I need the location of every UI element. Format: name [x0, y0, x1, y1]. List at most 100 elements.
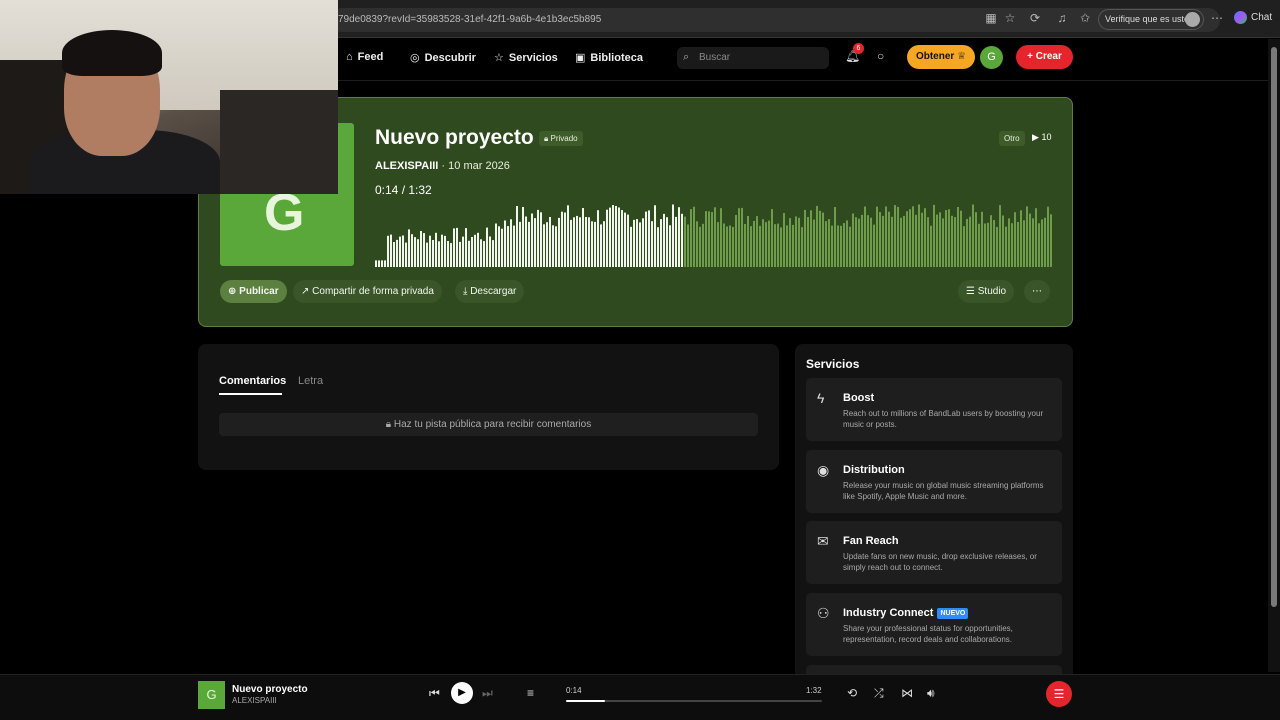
favorite-star-icon[interactable]: ☆	[1003, 11, 1017, 25]
waveform-bar	[432, 240, 434, 267]
service-card-fan-reach[interactable]: ✉ Fan Reach Update fans on new music, dr…	[806, 521, 1062, 584]
privacy-badge: 🔒︎ Privado	[539, 131, 583, 146]
repeat-icon[interactable]: ⟲	[847, 686, 857, 700]
waveform-bar	[387, 235, 389, 267]
player-progress-bar[interactable]	[566, 700, 822, 702]
waveform-bar	[666, 217, 668, 267]
waveform-bar	[918, 204, 920, 267]
service-card-distribution[interactable]: ◉ Distribution Release your music on glo…	[806, 450, 1062, 513]
waveform-bar	[678, 207, 680, 267]
share-private-button[interactable]: ↗ Compartir de forma privada	[293, 280, 442, 303]
nav-servicios[interactable]: ☆ Servicios	[494, 51, 558, 64]
waveform-bar	[768, 220, 770, 267]
waveform-bar	[408, 229, 410, 267]
address-bar-url[interactable]: 79de0839?revId=35983528-31ef-42f1-9a6b-4…	[338, 14, 601, 25]
player-track-title[interactable]: Nuevo proyecto	[232, 684, 308, 695]
waveform-bar	[999, 205, 1001, 267]
tab-letra[interactable]: Letra	[298, 375, 323, 387]
verify-identity-button[interactable]: Verifique que es usted	[1098, 9, 1204, 30]
waveform-bar	[723, 223, 725, 267]
copilot-chat-button[interactable]: Chat	[1234, 11, 1272, 24]
shuffle-icon[interactable]: ⤮	[874, 686, 884, 701]
service-card-next[interactable]	[806, 665, 1062, 674]
waveform-bar	[519, 221, 521, 267]
queue-icon[interactable]: ≡	[527, 686, 534, 700]
people-icon: ⚇	[817, 605, 830, 621]
waveform-bar	[897, 206, 899, 267]
scrollbar-thumb[interactable]	[1271, 47, 1277, 607]
player-duration: 1:32	[806, 686, 822, 695]
waveform-bar	[459, 241, 461, 267]
waveform-bar	[504, 220, 506, 267]
waveform-bar	[456, 227, 458, 267]
service-name-row: Industry Connect NUEVO	[843, 607, 969, 619]
verify-label: Verifique que es usted	[1105, 14, 1195, 24]
waveform-bar	[834, 207, 836, 267]
waveform-bar	[492, 240, 494, 267]
total-duration: 1:32	[408, 183, 432, 197]
previous-track-icon[interactable]: ⏮︎	[429, 686, 440, 701]
next-track-icon[interactable]: ⏭︎	[482, 686, 493, 701]
user-avatar[interactable]: G	[980, 46, 1003, 69]
top-navigation: ⌂ Feed ◎ Descubrir ☆ Servicios ▣ Biblioteca …	[338, 39, 1268, 81]
waveform-bar	[516, 206, 518, 267]
waveform-bar	[849, 226, 851, 267]
waveform-bar	[888, 211, 890, 267]
favorites-icon[interactable]: ✩	[1078, 11, 1092, 25]
waveform-bar	[867, 215, 869, 267]
search-input[interactable]: ⌕ Buscar	[677, 47, 829, 69]
waveform-bar	[1008, 218, 1010, 267]
waveform-bar	[780, 227, 782, 267]
more-options-button[interactable]: ⋯	[1024, 280, 1050, 303]
service-card-boost[interactable]: ϟ Boost Reach out to millions of BandLab…	[806, 378, 1062, 441]
waveform-bar	[912, 206, 914, 267]
waveform-bar	[414, 237, 416, 267]
waveform-bar	[810, 210, 812, 267]
waveform-bar	[507, 226, 509, 267]
waveform-bar	[876, 206, 878, 267]
studio-icon: ☰	[966, 286, 975, 297]
waveform-bar	[735, 215, 737, 267]
waveform-bar	[588, 217, 590, 267]
artist-link[interactable]: ALEXISPAIII	[375, 160, 438, 172]
download-button[interactable]: ⤓ Descargar	[455, 280, 525, 303]
crear-button[interactable]: + Crear	[1016, 45, 1073, 69]
waveform-bar	[930, 225, 932, 267]
service-card-industry-connect[interactable]: ⚇ Industry Connect NUEVO Share your profe…	[806, 593, 1062, 656]
app-icon[interactable]: ▦	[984, 11, 998, 25]
more-menu-icon[interactable]: ⋯	[1210, 11, 1224, 25]
nav-biblioteca[interactable]: ▣ Biblioteca	[575, 51, 643, 64]
waveform[interactable]	[375, 201, 1053, 267]
waveform-bar	[855, 217, 857, 267]
crossfade-icon[interactable]: ⋈	[901, 686, 913, 700]
tab-comentarios[interactable]: Comentarios	[219, 375, 286, 387]
publicar-button[interactable]: ⊕ Publicar	[220, 280, 287, 303]
extensions-icon[interactable]: ⟳	[1028, 11, 1042, 25]
page-scrollbar[interactable]	[1268, 39, 1280, 672]
nav-feed[interactable]: ⌂ Feed	[346, 51, 383, 63]
volume-icon[interactable]: 🔊︎	[927, 686, 935, 701]
waveform-bar	[951, 215, 953, 267]
player-artist[interactable]: ALEXISPAIII	[232, 696, 277, 705]
music-extension-icon[interactable]: ♫	[1055, 11, 1069, 25]
obtener-button[interactable]: Obtener ♕	[907, 45, 975, 69]
genre-badge[interactable]: Otro	[999, 131, 1025, 146]
waveform-bar	[657, 227, 659, 267]
waveform-bar	[612, 205, 614, 267]
messages-icon[interactable]: ○	[877, 49, 884, 63]
player-cover-thumbnail[interactable]: G	[198, 681, 225, 709]
waveform-bar	[411, 234, 413, 267]
nav-descubrir[interactable]: ◎ Descubrir	[410, 51, 476, 64]
waveform-bar	[636, 219, 638, 267]
waveform-bar	[582, 208, 584, 267]
player-menu-button[interactable]: ☰	[1046, 681, 1072, 707]
waveform-bar	[837, 225, 839, 267]
waveform-bar	[843, 223, 845, 267]
studio-button[interactable]: ☰ Studio	[958, 280, 1015, 303]
play-button[interactable]: ▶	[451, 682, 473, 704]
distribution-icon: ◉	[817, 462, 830, 478]
waveform-bar	[525, 216, 527, 267]
waveform-bar	[474, 234, 476, 267]
waveform-bar	[396, 239, 398, 267]
waveform-bar	[873, 224, 875, 267]
